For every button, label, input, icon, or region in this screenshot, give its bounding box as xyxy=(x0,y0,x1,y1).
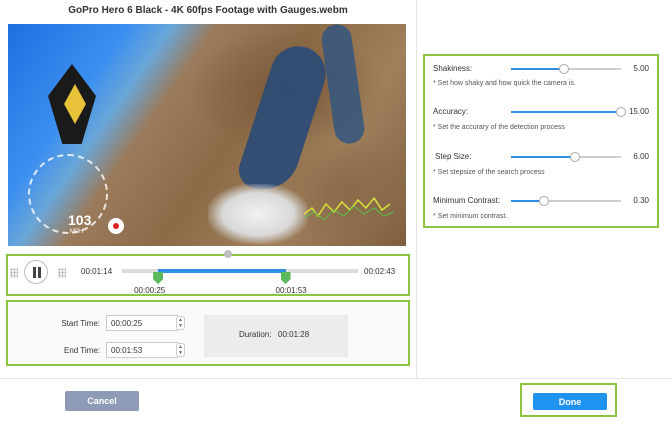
shakiness-slider[interactable] xyxy=(511,64,621,74)
current-time: 00:01:14 xyxy=(81,267,113,276)
playback-controls: 00:01:14 00:00:25 00:01:53 00:02:43 xyxy=(6,250,410,296)
pause-button[interactable] xyxy=(24,260,48,284)
minimum-contrast-slider[interactable] xyxy=(511,196,621,206)
timeline-selection xyxy=(158,269,286,273)
start-marker-time: 00:00:25 xyxy=(134,286,166,295)
video-preview[interactable]: 103 MPH xyxy=(8,24,406,246)
end-time-input[interactable] xyxy=(106,342,178,358)
minimum-contrast-value: 0.30 xyxy=(633,196,649,205)
step-size-note: * Set stepsize of the search process xyxy=(433,169,545,176)
video-river-2 xyxy=(319,24,367,146)
end-time-stepper[interactable]: ▲ ▼ xyxy=(176,343,185,357)
accuracy-note: * Set the accurary of the detection proc… xyxy=(433,124,565,131)
drag-handle-right-icon[interactable] xyxy=(58,268,66,278)
start-time-label: Start Time: xyxy=(61,319,100,328)
record-icon xyxy=(108,218,124,234)
end-time-label: End Time: xyxy=(63,346,100,355)
accuracy-label: Accuracy: xyxy=(433,107,469,116)
done-button-highlight: Done xyxy=(520,383,617,417)
end-marker-time: 00:01:53 xyxy=(275,286,307,295)
minimum-contrast-label: Minimum Contrast: xyxy=(433,196,501,205)
shakiness-note: * Set how shaky and how quick the camera… xyxy=(433,80,576,87)
playhead-handle[interactable] xyxy=(224,250,232,258)
accuracy-slider[interactable] xyxy=(511,107,626,117)
pause-icon-bar-right xyxy=(38,267,41,278)
shakiness-value: 5.00 xyxy=(633,64,649,73)
duration-label: Duration: xyxy=(239,330,272,339)
done-button[interactable]: Done xyxy=(533,393,607,410)
total-time: 00:02:43 xyxy=(364,267,396,276)
end-marker-handle[interactable] xyxy=(280,272,291,284)
speed-unit: MPH xyxy=(70,229,84,235)
video-graph-overlay xyxy=(304,196,394,221)
footer-divider xyxy=(0,378,672,379)
minimum-contrast-note: * Set minimum contrast. xyxy=(433,213,508,220)
video-cloud xyxy=(208,184,308,244)
accuracy-value: 15.00 xyxy=(628,107,649,116)
start-marker-handle[interactable] xyxy=(153,272,164,284)
drag-handle-left-icon[interactable] xyxy=(10,268,18,278)
stabilization-settings-panel: Shakiness: 5.00 * Set how shaky and how … xyxy=(423,54,659,228)
speed-readout: 103 xyxy=(68,212,92,228)
cancel-button[interactable]: Cancel xyxy=(65,391,139,411)
panel-divider xyxy=(416,0,417,378)
duration-display: Duration: 00:01:28 xyxy=(204,315,348,357)
step-size-label: Step Size: xyxy=(435,152,472,161)
video-river xyxy=(234,39,333,199)
start-time-stepper[interactable]: ▲ ▼ xyxy=(176,316,185,330)
duration-value: 00:01:28 xyxy=(278,330,310,339)
start-time-input[interactable] xyxy=(106,315,178,331)
step-size-slider[interactable] xyxy=(511,152,621,162)
window-title: GoPro Hero 6 Black - 4K 60fps Footage wi… xyxy=(68,5,348,16)
trim-time-panel: Start Time: ▲▼ End Time: ▲▼ Duration: 00… xyxy=(6,300,410,366)
shakiness-label: Shakiness: xyxy=(433,64,473,73)
pause-icon-bar-left xyxy=(33,267,36,278)
step-size-value: 6.00 xyxy=(633,152,649,161)
